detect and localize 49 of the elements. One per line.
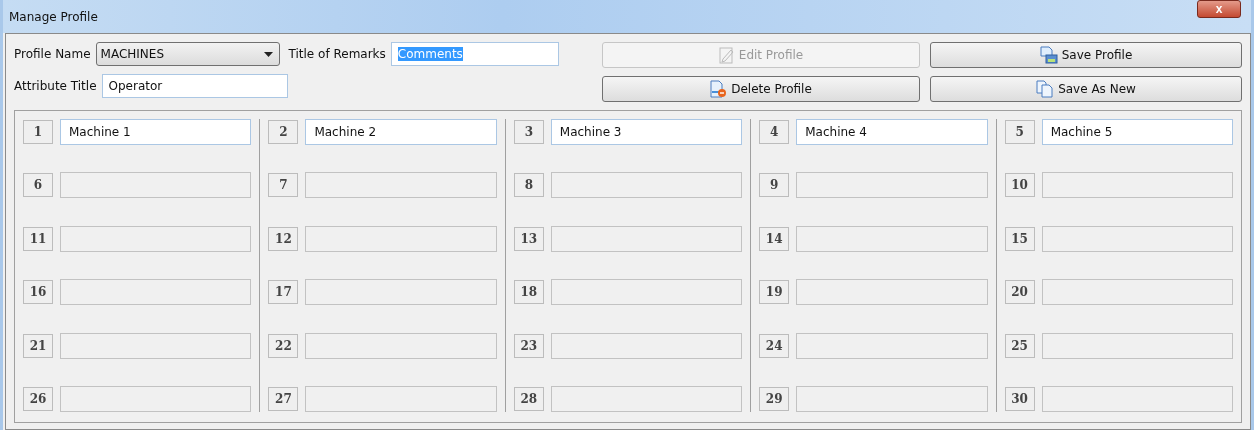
slot-number: 9 <box>759 173 790 198</box>
slot-number: 20 <box>1004 280 1035 305</box>
action-button[interactable]: Save As New <box>930 76 1242 102</box>
slot-number: 8 <box>513 173 544 198</box>
slot-number: 4 <box>759 120 790 144</box>
attribute-title-label: Attribute Title <box>14 79 97 93</box>
slot-number: 3 <box>513 120 544 144</box>
slot-field[interactable]: Machine 5 <box>1041 119 1234 145</box>
slot-number: 14 <box>759 226 790 251</box>
save-document-icon <box>1039 46 1058 64</box>
slot-field[interactable]: Machine 4 <box>796 119 988 145</box>
slot-number: 18 <box>513 280 544 305</box>
edit-document-icon <box>718 46 735 64</box>
copy-document-icon <box>1036 80 1055 98</box>
slot-number: 2 <box>268 120 299 144</box>
slot-number: 21 <box>23 333 53 358</box>
slot-number: 23 <box>513 333 544 358</box>
slot-number: 30 <box>1004 386 1035 411</box>
slot-number: 19 <box>759 280 790 305</box>
slot-number: 24 <box>759 333 790 358</box>
slot-number: 1 <box>23 120 53 144</box>
slot-number: 25 <box>1004 333 1035 358</box>
slot-number: 28 <box>513 386 544 411</box>
slot-number: 16 <box>23 280 53 305</box>
slot-field[interactable]: Machine 2 <box>305 119 497 145</box>
slot-field[interactable]: Machine 3 <box>550 119 743 145</box>
slot-field[interactable]: Machine 1 <box>60 119 252 145</box>
delete-document-icon <box>710 80 728 98</box>
slot-number: 17 <box>268 280 299 305</box>
action-button[interactable]: Delete Profile <box>602 76 920 102</box>
window-title: Manage Profile <box>9 9 98 24</box>
slot-number: 5 <box>1004 120 1035 144</box>
slot-number: 6 <box>23 173 53 198</box>
slot-number: 10 <box>1004 173 1035 198</box>
slot-number: 7 <box>268 173 299 198</box>
action-button[interactable]: Save Profile <box>930 42 1242 68</box>
caret-icon <box>263 51 273 57</box>
slot-number: 12 <box>268 226 299 251</box>
slot-number: 26 <box>23 386 53 411</box>
slot-number: 29 <box>759 386 790 411</box>
slot-number: 13 <box>513 226 544 251</box>
profile-name-label: Profile Name <box>14 47 91 61</box>
attribute-title-field[interactable]: Operator <box>101 74 288 98</box>
profile-name-dropdown[interactable]: MACHINES <box>95 42 280 66</box>
slot-number: 11 <box>23 226 53 251</box>
slot-number: 27 <box>268 386 299 411</box>
remarks-title-label: Title of Remarks <box>288 47 386 61</box>
slot-number: 15 <box>1004 226 1035 251</box>
slot-number: 22 <box>268 333 299 358</box>
